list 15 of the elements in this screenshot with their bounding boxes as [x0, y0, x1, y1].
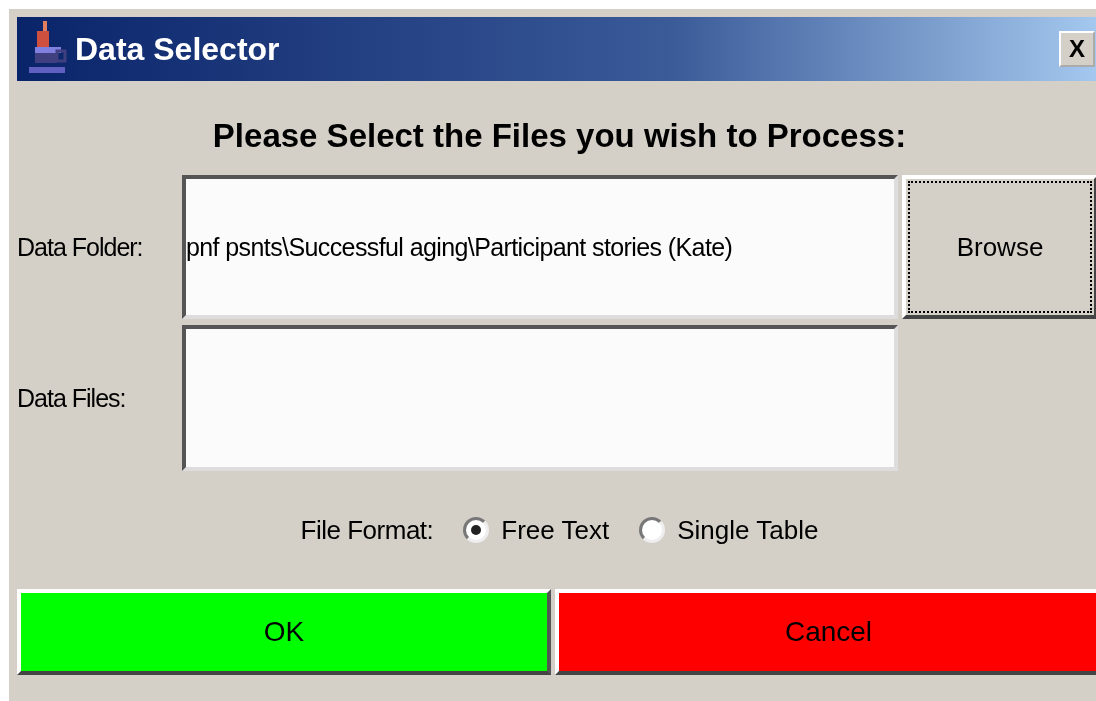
format-label: File Format: [300, 514, 434, 546]
radio-button[interactable] [463, 517, 490, 543]
folder-input-field[interactable]: pnf psnts\Successful aging\Participant stories (Kate) [182, 175, 898, 319]
field-label: Data Files: [17, 383, 127, 413]
radio-button[interactable] [639, 517, 666, 543]
radio-label[interactable]: Free Text [501, 514, 610, 546]
radio-label[interactable]: Single Table [677, 514, 819, 546]
window-title: Data Selector [75, 30, 281, 68]
field-label: Data Folder: [17, 232, 144, 262]
dialog-button[interactable]: Cancel [555, 589, 1096, 675]
dialog-heading: Please Select the Files you wish to Process: [211, 116, 908, 156]
files-list-field[interactable] [182, 325, 898, 471]
browse-button[interactable]: Browse [902, 175, 1096, 319]
close-button[interactable]: X [1059, 31, 1095, 67]
dialog-button[interactable]: OK [17, 589, 551, 675]
